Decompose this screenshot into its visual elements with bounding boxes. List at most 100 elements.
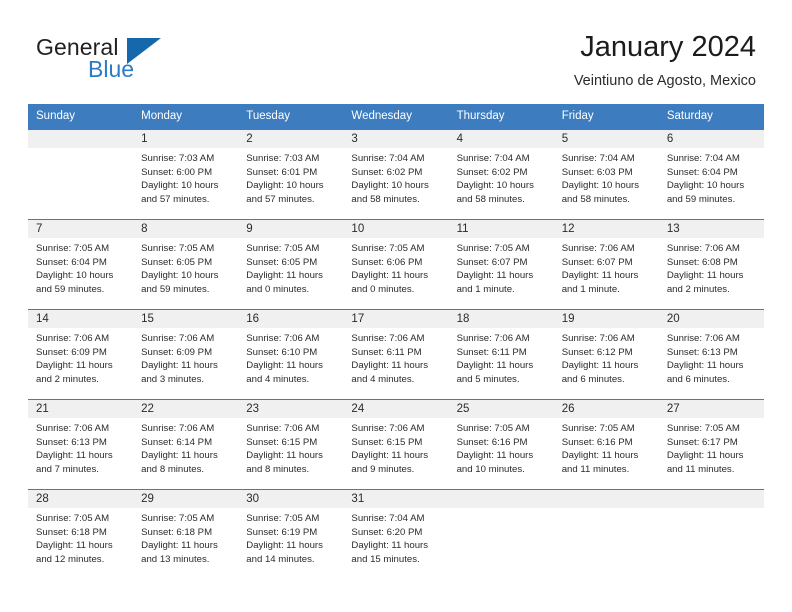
calendar-day-cell[interactable]: 15 Sunrise: 7:06 AM Sunset: 6:09 PM Dayligh… [133, 309, 239, 400]
calendar-day-cell[interactable]: 10 Sunrise: 7:05 AM Sunset: 6:06 PM Dayligh… [343, 219, 449, 310]
day-cell-inner: 8 Sunrise: 7:05 AM Sunset: 6:05 PM Daylight… [133, 220, 239, 309]
day-details: Sunrise: 7:05 AM Sunset: 6:19 PM Daylight:… [238, 508, 343, 566]
day-cell-inner: 20 Sunrise: 7:06 AM Sunset: 6:13 PM Dayligh… [658, 310, 764, 399]
calendar-day-cell[interactable]: 5 Sunrise: 7:04 AM Sunset: 6:03 PM Daylight… [553, 130, 659, 220]
day-number: 16 [238, 310, 344, 328]
day-detail-line: Sunrise: 7:05 AM [561, 423, 635, 434]
day-detail-line: Sunset: 6:15 PM [246, 436, 318, 448]
day-cell-inner: 17 Sunrise: 7:06 AM Sunset: 6:11 PM Dayligh… [343, 310, 449, 399]
calendar-day-cell[interactable]: 29 Sunrise: 7:05 AM Sunset: 6:18 PM Dayligh… [133, 489, 239, 579]
calendar-day-cell[interactable]: 8 Sunrise: 7:05 AM Sunset: 6:05 PM Daylight… [133, 219, 239, 310]
calendar-day-cell[interactable]: 18 Sunrise: 7:06 AM Sunset: 6:11 PM Dayligh… [448, 309, 554, 400]
day-detail-line: Daylight: 11 hours [36, 450, 113, 462]
day-number: 18 [448, 310, 554, 328]
calendar-day-cell[interactable]: 25 Sunrise: 7:05 AM Sunset: 6:16 PM Dayligh… [448, 399, 554, 490]
calendar-day-cell [28, 130, 134, 220]
day-detail-line: Sunrise: 7:05 AM [36, 513, 110, 524]
calendar-day-cell[interactable]: 13 Sunrise: 7:06 AM Sunset: 6:08 PM Dayligh… [658, 219, 764, 310]
day-details: Sunrise: 7:05 AM Sunset: 6:18 PM Daylight:… [133, 508, 238, 566]
day-detail-line: Sunrise: 7:04 AM [456, 153, 530, 164]
day-detail-line: Sunrise: 7:06 AM [666, 333, 740, 344]
calendar-day-cell[interactable]: 3 Sunrise: 7:04 AM Sunset: 6:02 PM Daylight… [343, 130, 449, 220]
calendar-week-row: 28 Sunrise: 7:05 AM Sunset: 6:18 PM Dayligh… [28, 489, 764, 579]
day-detail-line: Daylight: 11 hours [456, 360, 534, 372]
day-number: 23 [238, 400, 344, 418]
calendar-day-cell[interactable]: 26 Sunrise: 7:05 AM Sunset: 6:16 PM Dayligh… [553, 399, 659, 490]
day-detail-line: Sunrise: 7:06 AM [456, 333, 530, 344]
calendar-day-cell[interactable]: 12 Sunrise: 7:06 AM Sunset: 6:07 PM Dayligh… [553, 219, 659, 310]
day-details: Sunrise: 7:05 AM Sunset: 6:06 PM Daylight:… [343, 238, 448, 296]
calendar-day-cell[interactable]: 20 Sunrise: 7:06 AM Sunset: 6:13 PM Dayligh… [658, 309, 764, 400]
calendar-header-row: Sunday Monday Tuesday Wednesday Thursday Frid… [28, 104, 764, 130]
calendar-day-cell[interactable]: 7 Sunrise: 7:05 AM Sunset: 6:04 PM Daylight… [28, 219, 134, 310]
day-details: Sunrise: 7:06 AM Sunset: 6:13 PM Daylight:… [28, 418, 133, 476]
day-detail-line: and 59 minutes. [666, 193, 736, 205]
day-details: Sunrise: 7:06 AM Sunset: 6:13 PM Daylight:… [659, 328, 764, 386]
day-detail-line: and 0 minutes. [246, 283, 310, 295]
calendar-day-cell[interactable]: 2 Sunrise: 7:03 AM Sunset: 6:01 PM Daylight… [238, 130, 344, 220]
day-detail-line: Daylight: 11 hours [351, 270, 429, 282]
day-details: Sunrise: 7:06 AM Sunset: 6:11 PM Daylight:… [343, 328, 448, 386]
day-cell-inner: 22 Sunrise: 7:06 AM Sunset: 6:14 PM Dayligh… [133, 400, 239, 489]
calendar-day-cell[interactable]: 1 Sunrise: 7:03 AM Sunset: 6:00 PM Daylight… [133, 130, 239, 220]
day-details: Sunrise: 7:04 AM Sunset: 6:04 PM Daylight:… [659, 148, 764, 206]
day-detail-line: Daylight: 11 hours [246, 450, 323, 462]
day-detail-line: Daylight: 10 hours [141, 270, 219, 282]
day-detail-line: Sunset: 6:05 PM [141, 256, 213, 268]
calendar-day-cell[interactable]: 11 Sunrise: 7:05 AM Sunset: 6:07 PM Dayligh… [448, 219, 554, 310]
calendar-day-cell[interactable]: 9 Sunrise: 7:05 AM Sunset: 6:05 PM Daylight… [238, 219, 344, 310]
calendar-day-cell[interactable]: 14 Sunrise: 7:06 AM Sunset: 6:09 PM Dayligh… [28, 309, 134, 400]
day-number: 22 [133, 400, 239, 418]
day-details: Sunrise: 7:06 AM Sunset: 6:11 PM Daylight:… [449, 328, 554, 386]
day-cell-inner: 24 Sunrise: 7:06 AM Sunset: 6:15 PM Dayligh… [343, 400, 449, 489]
calendar-day-cell[interactable]: 22 Sunrise: 7:06 AM Sunset: 6:14 PM Dayligh… [133, 399, 239, 490]
calendar-day-cell[interactable]: 27 Sunrise: 7:05 AM Sunset: 6:17 PM Dayligh… [658, 399, 764, 490]
day-details: Sunrise: 7:04 AM Sunset: 6:20 PM Daylight:… [343, 508, 448, 566]
calendar-day-cell[interactable]: 24 Sunrise: 7:06 AM Sunset: 6:15 PM Dayligh… [343, 399, 449, 490]
day-cell-inner: 14 Sunrise: 7:06 AM Sunset: 6:09 PM Dayligh… [28, 310, 134, 399]
day-details: Sunrise: 7:06 AM Sunset: 6:09 PM Daylight:… [133, 328, 238, 386]
day-detail-line: Daylight: 11 hours [36, 540, 113, 552]
calendar-day-cell[interactable]: 28 Sunrise: 7:05 AM Sunset: 6:18 PM Dayligh… [28, 489, 134, 579]
day-cell-inner: 26 Sunrise: 7:05 AM Sunset: 6:16 PM Dayligh… [553, 400, 659, 489]
calendar-day-cell[interactable]: 31 Sunrise: 7:04 AM Sunset: 6:20 PM Dayligh… [343, 489, 449, 579]
day-detail-line: and 11 minutes. [666, 463, 735, 475]
day-number: 2 [238, 130, 344, 148]
day-detail-line: Sunset: 6:13 PM [666, 346, 738, 358]
page-title: January 2024 [580, 31, 756, 63]
calendar-day-cell[interactable]: 21 Sunrise: 7:06 AM Sunset: 6:13 PM Dayligh… [28, 399, 134, 490]
calendar-day-cell[interactable]: 30 Sunrise: 7:05 AM Sunset: 6:19 PM Dayligh… [238, 489, 344, 579]
day-detail-line: Sunset: 6:16 PM [561, 436, 633, 448]
day-detail-line: Sunset: 6:08 PM [666, 256, 738, 268]
calendar-day-cell[interactable]: 6 Sunrise: 7:04 AM Sunset: 6:04 PM Daylight… [658, 130, 764, 220]
day-cell-inner: 4 Sunrise: 7:04 AM Sunset: 6:02 PM Daylight… [448, 130, 554, 219]
day-detail-line: and 4 minutes. [246, 373, 310, 385]
day-details: Sunrise: 7:03 AM Sunset: 6:00 PM Daylight:… [133, 148, 238, 206]
day-detail-line: Sunset: 6:09 PM [36, 346, 107, 358]
day-detail-line: and 7 minutes. [36, 463, 99, 475]
day-detail-line: and 12 minutes. [36, 553, 105, 565]
day-detail-line: and 2 minutes. [666, 283, 730, 295]
calendar-week-row: 7 Sunrise: 7:05 AM Sunset: 6:04 PM Daylight… [28, 219, 764, 310]
day-detail-line: Daylight: 11 hours [141, 450, 218, 462]
calendar-day-cell[interactable]: 19 Sunrise: 7:06 AM Sunset: 6:12 PM Dayligh… [553, 309, 659, 400]
day-cell-inner: 28 Sunrise: 7:05 AM Sunset: 6:18 PM Dayligh… [28, 490, 134, 579]
day-number: 24 [343, 400, 449, 418]
calendar-table: Sunday Monday Tuesday Wednesday Thursday Frid… [28, 104, 764, 579]
day-details: Sunrise: 7:05 AM Sunset: 6:04 PM Daylight:… [28, 238, 133, 296]
day-detail-line: and 6 minutes. [561, 373, 625, 385]
day-detail-line: Sunset: 6:18 PM [36, 526, 107, 538]
day-details: Sunrise: 7:04 AM Sunset: 6:02 PM Daylight:… [449, 148, 554, 206]
day-detail-line: Daylight: 11 hours [246, 270, 323, 282]
calendar-day-cell[interactable]: 17 Sunrise: 7:06 AM Sunset: 6:11 PM Dayligh… [343, 309, 449, 400]
day-detail-line: Daylight: 10 hours [666, 180, 745, 192]
day-details: Sunrise: 7:06 AM Sunset: 6:09 PM Daylight:… [28, 328, 133, 386]
day-details: Sunrise: 7:06 AM Sunset: 6:07 PM Daylight:… [554, 238, 659, 296]
day-cell-inner: 21 Sunrise: 7:06 AM Sunset: 6:13 PM Dayligh… [28, 400, 134, 489]
day-detail-line: Daylight: 10 hours [456, 180, 534, 192]
calendar-day-cell[interactable]: 23 Sunrise: 7:06 AM Sunset: 6:15 PM Dayligh… [238, 399, 344, 490]
day-detail-line: Daylight: 11 hours [666, 360, 744, 372]
brand-logo[interactable]: General Blue [36, 34, 256, 86]
calendar-day-cell[interactable]: 16 Sunrise: 7:06 AM Sunset: 6:10 PM Dayligh… [238, 309, 344, 400]
calendar-day-cell[interactable]: 4 Sunrise: 7:04 AM Sunset: 6:02 PM Daylight… [448, 130, 554, 220]
